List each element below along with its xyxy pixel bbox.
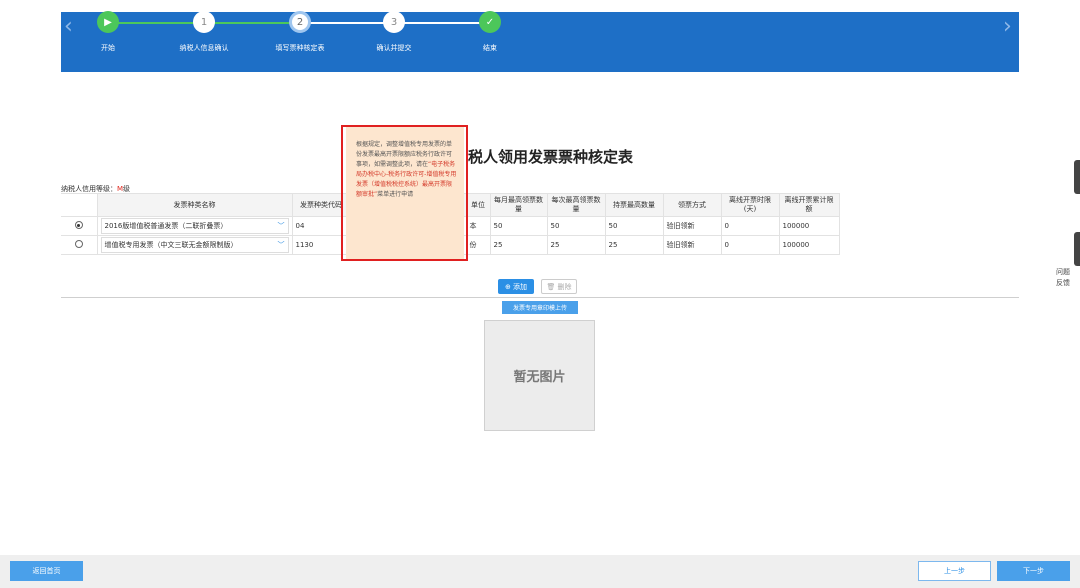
each-max-cell: 25: [546, 235, 606, 255]
step-3-marker: 3: [383, 11, 405, 33]
offline-limit-cell: 100000: [778, 235, 840, 255]
column-header-offline-days: 离线开票时限(天): [720, 193, 780, 217]
hold-max-cell: 50: [604, 216, 664, 236]
column-header-hold-max: 持票最高数量: [604, 193, 664, 217]
column-header-unit: 单位: [465, 193, 491, 217]
step-label-start: 开始: [101, 44, 115, 52]
unit-cell: 份: [465, 235, 491, 255]
chevron-down-icon: ﹀: [277, 222, 285, 230]
each-max-cell: 50: [546, 216, 606, 236]
invoice-type-value: 2016版增值税普通发票（二联折叠票）: [104, 222, 228, 230]
unit-cell: 本: [465, 216, 491, 236]
invoice-type-select[interactable]: 增值税专用发票（中文三联无金额限制版） ﹀: [100, 237, 289, 253]
method-cell: 验旧领新: [662, 216, 722, 236]
delete-row-button[interactable]: 🗑 删除: [541, 279, 577, 294]
column-header-each-max: 每次最高领票数量: [546, 193, 606, 217]
chevron-down-icon: ﹀: [277, 241, 285, 249]
hold-max-cell: 25: [604, 235, 664, 255]
monthly-max-cell: 25: [489, 235, 548, 255]
row-radio[interactable]: [74, 240, 83, 248]
side-tab[interactable]: [1074, 232, 1080, 266]
step-start-play-icon: ▶: [97, 11, 119, 33]
row-select-cell[interactable]: [61, 216, 98, 236]
side-tab[interactable]: [1074, 160, 1080, 194]
prev-step-button[interactable]: 上一步: [918, 561, 991, 581]
select-column-header: [61, 193, 98, 217]
invoice-name-cell[interactable]: 增值税专用发票（中文三联无金额限制版） ﹀: [96, 235, 293, 255]
column-header-monthly-max: 每月最高领票数量: [489, 193, 548, 217]
step-1-marker: 1: [193, 11, 215, 33]
section-divider: [61, 297, 1019, 298]
step-connector: [108, 22, 204, 24]
credit-suffix: 级: [123, 185, 131, 193]
step-end-check-icon: ✓: [479, 11, 501, 33]
step-connector: [394, 22, 490, 24]
step-label-confirm-info: 纳税人信息确认: [179, 44, 229, 52]
column-header-name: 发票种类名称: [96, 193, 293, 217]
seal-upload-button[interactable]: 发票专用章印模上传: [502, 301, 578, 314]
credit-label: 纳税人信用等级：: [61, 185, 117, 193]
seal-image-placeholder: 暂无图片: [484, 320, 595, 431]
row-radio-selected[interactable]: [74, 221, 83, 229]
feedback-link[interactable]: 问题反馈: [1053, 267, 1073, 289]
add-row-button[interactable]: ⊕ 添加: [498, 279, 534, 294]
step-connector: [300, 22, 394, 24]
back-home-button[interactable]: 返回首页: [10, 561, 83, 581]
offline-days-cell: 0: [720, 216, 780, 236]
next-step-arrow-icon[interactable]: ›: [1003, 16, 1012, 38]
row-select-cell[interactable]: [61, 235, 98, 255]
step-label-submit: 确认并提交: [376, 44, 412, 52]
column-header-method: 领票方式: [662, 193, 722, 217]
step-2-marker: 2: [289, 11, 311, 33]
column-header-offline-limit: 离线开票累计限额: [778, 193, 840, 217]
invoice-type-value: 增值税专用发票（中文三联无金额限制版）: [104, 241, 238, 249]
highlight-frame: [341, 125, 468, 261]
prev-step-arrow-icon[interactable]: ‹: [64, 16, 73, 38]
method-cell: 验旧领新: [662, 235, 722, 255]
step-connector: [204, 22, 300, 24]
offline-limit-cell: 100000: [778, 216, 840, 236]
page-title: 税人领用发票票种核定表: [468, 148, 634, 166]
next-step-button[interactable]: 下一步: [997, 561, 1070, 581]
step-label-end: 结束: [483, 44, 497, 52]
invoice-type-select[interactable]: 2016版增值税普通发票（二联折叠票） ﹀: [100, 218, 289, 234]
offline-days-cell: 0: [720, 235, 780, 255]
step-label-fill-form: 填写票种核定表: [275, 44, 325, 52]
monthly-max-cell: 50: [489, 216, 548, 236]
invoice-name-cell[interactable]: 2016版增值税普通发票（二联折叠票） ﹀: [96, 216, 293, 236]
